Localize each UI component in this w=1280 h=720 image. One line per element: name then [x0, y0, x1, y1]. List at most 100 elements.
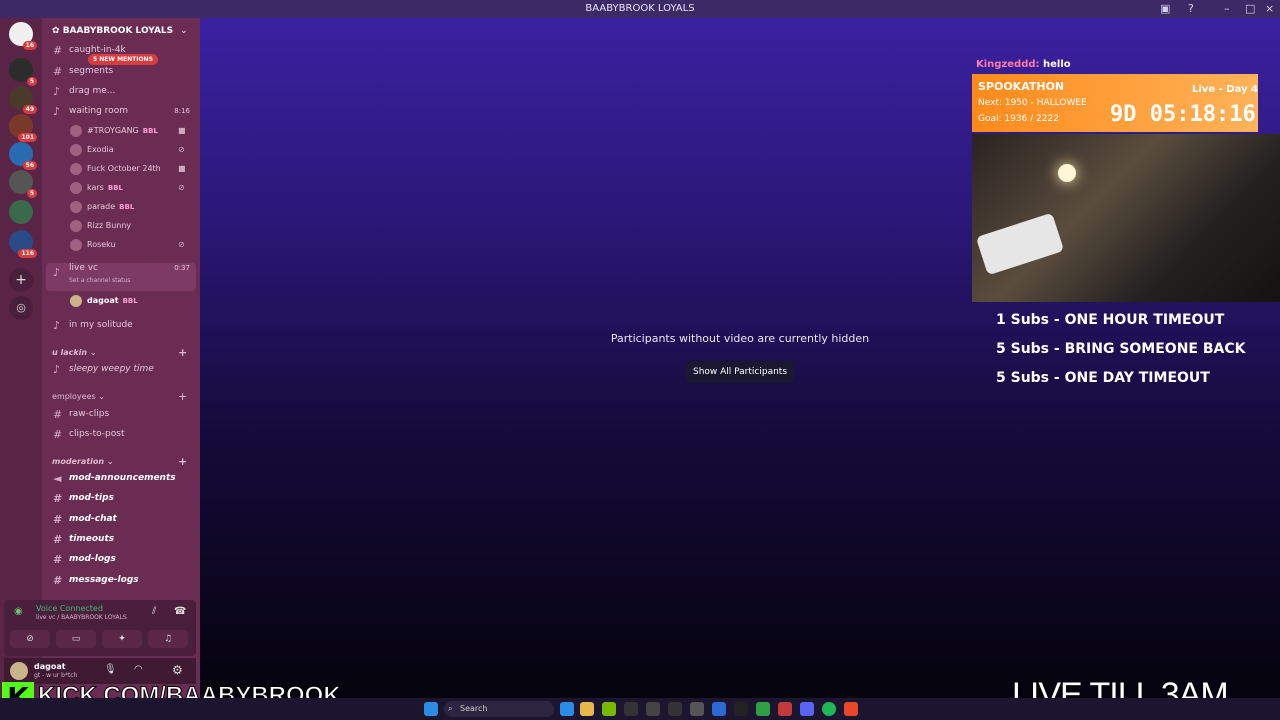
maximize-button[interactable]: □: [1245, 2, 1255, 15]
server-icon[interactable]: 116: [9, 230, 37, 258]
screen-share-button[interactable]: ▭: [56, 630, 96, 648]
taskbar-app-icon[interactable]: [712, 702, 726, 716]
add-channel-icon[interactable]: +: [178, 346, 187, 359]
channel-sleepy-weepy-time[interactable]: ♪ sleepy weepy time: [46, 360, 196, 379]
sub-rule: 1 Subs - ONE HOUR TIMEOUT: [996, 312, 1225, 328]
nvidia-icon[interactable]: [602, 702, 616, 716]
home-server[interactable]: 16: [9, 22, 37, 50]
avatar: [70, 144, 82, 156]
soundboard-button[interactable]: ♫: [148, 630, 188, 648]
microphone-icon[interactable]: 🎙: [104, 664, 117, 675]
taskbar-app-icon[interactable]: [778, 702, 792, 716]
settings-icon[interactable]: ⚙: [172, 663, 183, 677]
spotify-icon[interactable]: [822, 702, 836, 716]
screen-share-icon[interactable]: ▣: [1160, 2, 1170, 15]
user-name: Exodia: [87, 145, 114, 154]
server-icon[interactable]: [9, 200, 33, 224]
voice-user[interactable]: Fuck October 24th ■: [68, 160, 186, 178]
channel-label: clips-to-post: [69, 429, 125, 439]
server-icon[interactable]: 56: [9, 142, 37, 170]
taskbar-app-icon[interactable]: [560, 702, 574, 716]
speaker-icon: ♪: [53, 363, 61, 376]
taskbar-app-icon[interactable]: [734, 702, 748, 716]
category-moderation[interactable]: moderation ⌄ +: [52, 455, 187, 468]
voice-channel[interactable]: live vc / BAABYBROOK LOYALS: [36, 614, 127, 621]
noise-suppression-icon[interactable]: ⫽: [152, 606, 156, 617]
close-button[interactable]: ×: [1265, 2, 1274, 15]
start-icon[interactable]: [424, 702, 438, 716]
server-icon[interactable]: 5: [9, 170, 37, 198]
channel-raw-clips[interactable]: # raw-clips: [46, 405, 196, 424]
server-icon[interactable]: 101: [9, 114, 37, 142]
overlay-chat: Kingzeddd: hello: [976, 59, 1071, 70]
webcam-feed: [972, 134, 1280, 302]
category-label: moderation: [52, 457, 105, 466]
add-channel-icon[interactable]: +: [178, 390, 187, 403]
mention-badge: 16: [22, 41, 37, 50]
avatar: [70, 163, 82, 175]
discover-icon[interactable]: ◎: [9, 296, 33, 320]
subathon-timer: 9D 05:18:16: [1110, 102, 1256, 127]
xbox-icon[interactable]: [756, 702, 770, 716]
voice-user[interactable]: kars BBL ⊘: [68, 179, 185, 197]
taskbar-app-icon[interactable]: [624, 702, 638, 716]
help-icon[interactable]: ?: [1188, 2, 1194, 15]
channel-message-logs[interactable]: # message-logs: [46, 571, 196, 590]
camera-button[interactable]: ⊘: [10, 630, 50, 648]
server-name[interactable]: ✿ BAABYBROOK LOYALS: [52, 26, 173, 36]
voice-connected-panel: ◉ Voice Connected live vc / BAABYBROOK L…: [4, 600, 196, 656]
headphones-icon[interactable]: ◠: [134, 664, 143, 675]
voice-user[interactable]: #TROYGANG BBL ■: [68, 122, 186, 140]
voice-user[interactable]: Exodia ⊘: [68, 141, 185, 159]
channel-mod-announcements[interactable]: ◄ mod-announcements: [46, 469, 196, 488]
channel-waiting-room[interactable]: ♪ waiting room 8:16: [46, 102, 196, 121]
chevron-down-icon[interactable]: ⌄: [180, 26, 188, 36]
subathon-widget: SPOOKATHON Next: 1950 - HALLOWEE Goal: 1…: [972, 74, 1258, 132]
voice-user[interactable]: Rizz Bunny: [68, 217, 131, 235]
channel-status[interactable]: Set a channel status: [69, 271, 130, 290]
steam-icon[interactable]: [690, 702, 704, 716]
activity-button[interactable]: ✦: [102, 630, 142, 648]
discord-icon[interactable]: [800, 702, 814, 716]
signal-icon[interactable]: ◉: [14, 606, 23, 617]
voice-status[interactable]: Voice Connected: [36, 604, 103, 613]
show-all-participants-button[interactable]: Show All Participants: [686, 361, 794, 383]
server-icon[interactable]: 49: [9, 86, 37, 114]
camera-object: [975, 212, 1065, 276]
server-rail: 16 5 49 101 56 5 116 + ◎: [0, 18, 42, 698]
folder-icon[interactable]: [580, 702, 594, 716]
channel-in-my-solitude[interactable]: ♪ in my solitude: [46, 316, 196, 335]
speaker-icon: ♪: [53, 319, 61, 332]
channel-mod-chat[interactable]: # mod-chat: [46, 510, 196, 529]
avatar: [70, 201, 82, 213]
add-channel-icon[interactable]: +: [178, 455, 187, 468]
search-box[interactable]: ⌕ Search: [444, 701, 554, 717]
avatar[interactable]: [10, 662, 28, 680]
server-name-label: BAABYBROOK LOYALS: [62, 26, 174, 36]
voice-user[interactable]: Roseku ⊘: [68, 236, 185, 254]
voice-user[interactable]: dagoat BBL: [68, 292, 138, 310]
channel-live-vc[interactable]: ♪ live vc Set a channel status 0:37: [46, 263, 196, 291]
server-icon[interactable]: 5: [9, 58, 37, 86]
taskbar-app-icon[interactable]: [668, 702, 682, 716]
speaker-icon: ♪: [53, 85, 61, 98]
deafened-icon: ⊘: [178, 183, 185, 192]
avatar: [70, 182, 82, 194]
brave-icon[interactable]: [844, 702, 858, 716]
channel-timeouts[interactable]: # timeouts: [46, 530, 196, 549]
taskbar-app-icon[interactable]: [646, 702, 660, 716]
channel-label: sleepy weepy time: [69, 364, 154, 374]
hash-icon: #: [53, 533, 61, 546]
channel-mod-tips[interactable]: # mod-tips: [46, 489, 196, 508]
channel-clips-to-post[interactable]: # clips-to-post: [46, 425, 196, 444]
channel-drag-me[interactable]: ♪ drag me...: [46, 82, 196, 101]
minimize-button[interactable]: –: [1224, 2, 1230, 15]
channel-segments[interactable]: # segments: [46, 62, 196, 81]
disconnect-icon[interactable]: ☎: [174, 606, 186, 617]
user-name[interactable]: dagoat: [34, 662, 66, 671]
add-server-icon[interactable]: +: [9, 268, 33, 292]
channel-mod-logs[interactable]: # mod-logs: [46, 550, 196, 569]
category-employees[interactable]: employees ⌄ +: [52, 390, 187, 403]
category-u-lackin[interactable]: u lackin ⌄ +: [52, 346, 187, 359]
voice-user[interactable]: parade BBL: [68, 198, 134, 216]
